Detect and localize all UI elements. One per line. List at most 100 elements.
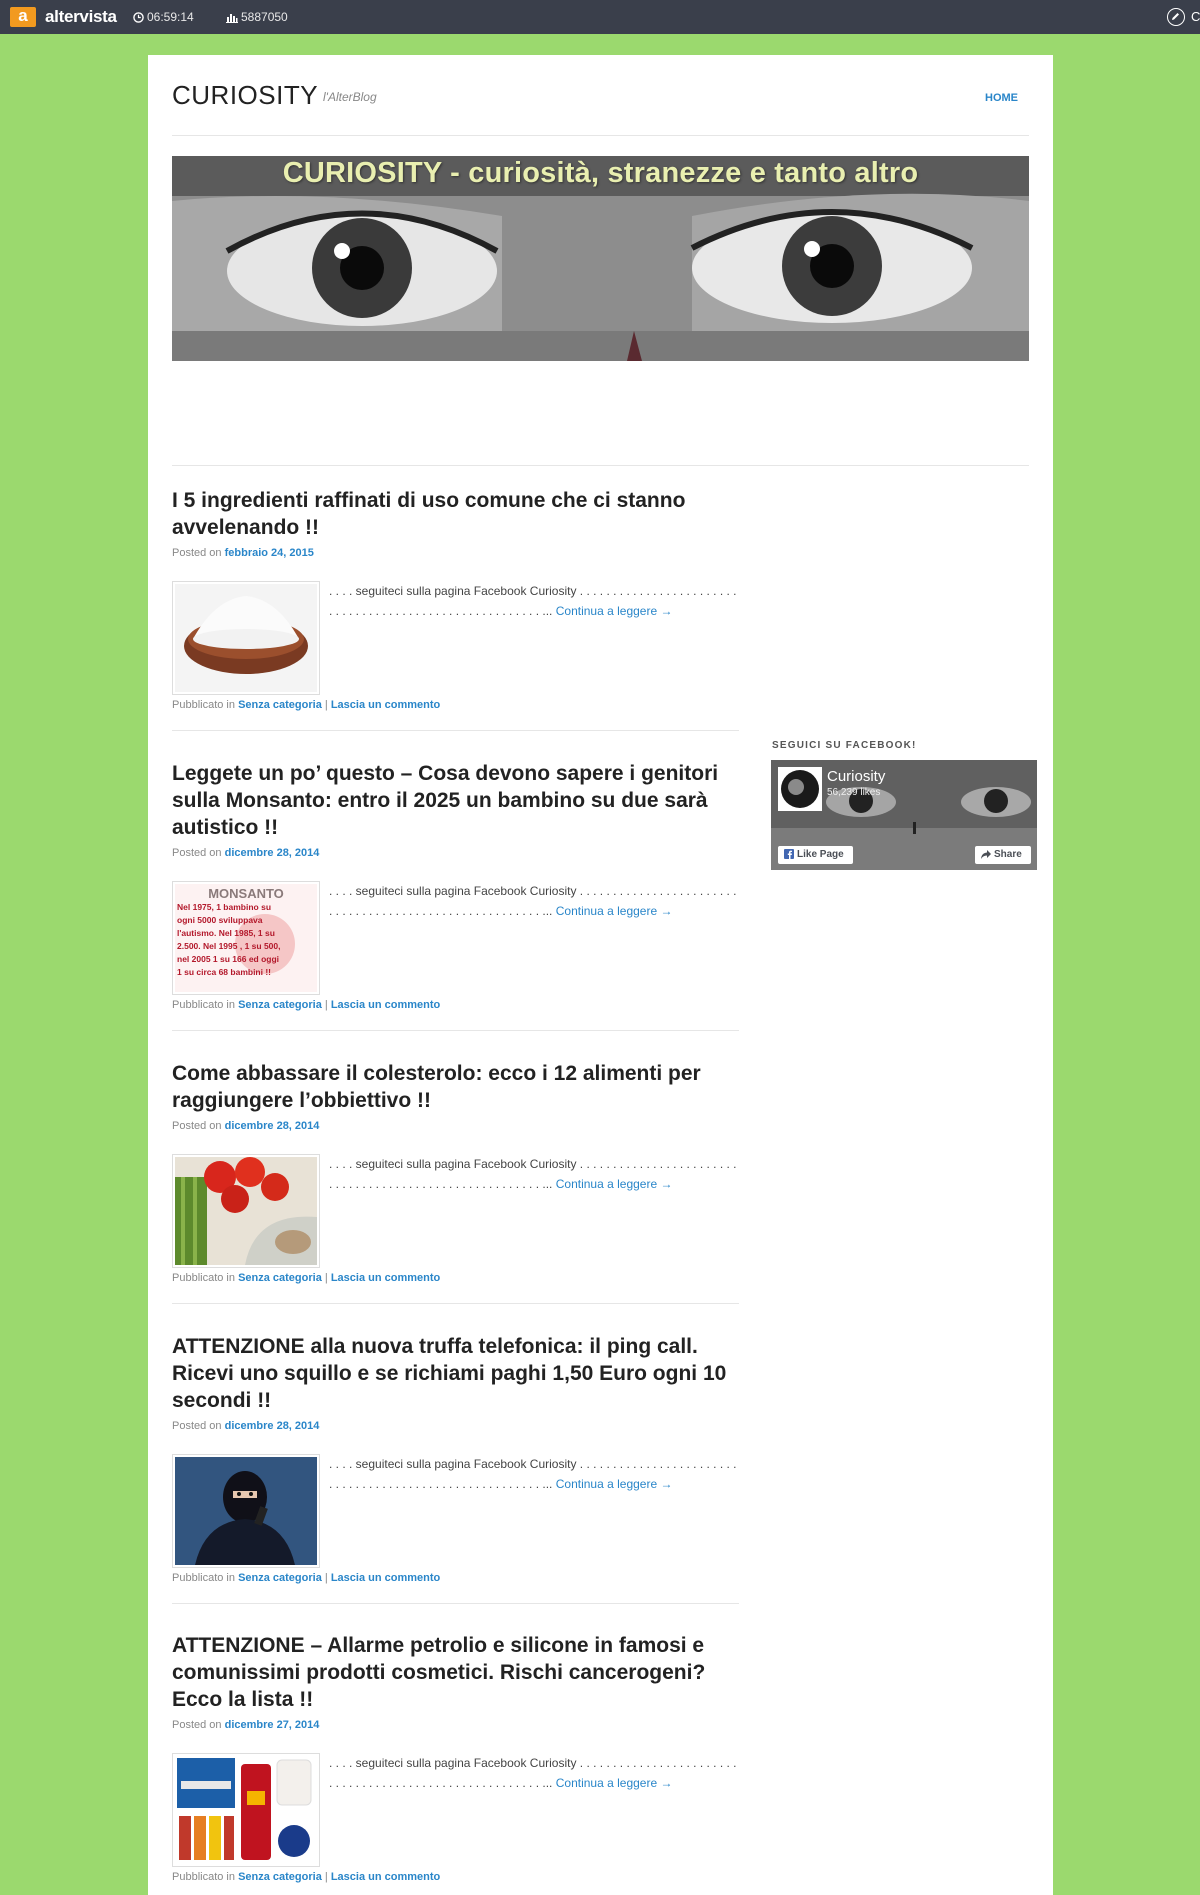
post-footer: Pubblicato in Senza categoria | Lascia u… [172,1572,739,1584]
caption-line: 2.500. Nel 1995 , 1 su 500, [177,941,281,951]
post-footer: Pubblicato in Senza categoria | Lascia u… [172,699,739,711]
facebook-share-button[interactable]: Share [975,846,1031,864]
category-link[interactable]: Senza categoria [238,1871,322,1883]
post-excerpt-row: . . . . seguiteci sulla pagina Facebook … [172,1753,739,1867]
altervista-logo-icon[interactable]: a [10,7,36,27]
masked-caller-image [175,1457,317,1565]
facebook-avatar[interactable] [778,767,822,811]
pubblicato-label: Pubblicato in [172,1572,235,1584]
monsanto-image-text: MONSANTO Nel 1975, 1 bambino su ogni 500… [175,884,317,992]
toolbar-overflow-text[interactable]: C [1191,9,1200,24]
post-title[interactable]: ATTENZIONE – Allarme petrolio e silicone… [172,1632,739,1713]
comment-link[interactable]: Lascia un commento [331,1572,440,1584]
pubblicato-label: Pubblicato in [172,1272,235,1284]
post-excerpt: . . . . seguiteci sulla pagina Facebook … [329,1454,739,1494]
footer-separator: | [324,1572,328,1584]
excerpt-text: . . . . seguiteci sulla pagina Facebook … [329,584,737,618]
post-footer: Pubblicato in Senza categoria | Lascia u… [172,999,739,1011]
pubblicato-label: Pubblicato in [172,999,235,1011]
post-excerpt-row: . . . . seguiteci sulla pagina Facebook … [172,1454,739,1568]
footer-separator: | [324,699,328,711]
post-divider [172,1303,739,1304]
caption-line: nel 2005 1 su 166 ed oggi [177,954,280,964]
post-thumbnail[interactable] [172,1154,320,1268]
banner-title: CURIOSITY - curiosità, stranezze e tanto… [282,157,919,189]
posted-on-label: Posted on [172,1719,222,1731]
post-title[interactable]: Leggete un po’ questo – Cosa devono sape… [172,760,739,841]
post-2: Leggete un po’ questo – Cosa devono sape… [172,760,739,1031]
comment-link[interactable]: Lascia un commento [331,1871,440,1883]
continue-reading-link[interactable]: Continua a leggere → [556,904,673,918]
caption-line: 1 su circa 68 bambini !! [177,967,272,977]
altervista-brand[interactable]: altervista [45,7,117,27]
caption-line: ogni 5000 sviluppava [177,915,263,925]
comment-link[interactable]: Lascia un commento [331,699,440,711]
post-thumbnail[interactable] [172,1454,320,1568]
post-meta: Posted on febbraio 24, 2015 [172,547,739,559]
post-footer: Pubblicato in Senza categoria | Lascia u… [172,1871,739,1883]
vegetables-fish-image [175,1157,317,1265]
nav-home-link[interactable]: HOME [985,92,1018,104]
excerpt-text: . . . . seguiteci sulla pagina Facebook … [329,1457,737,1491]
caption-line: Nel 1975, 1 bambino su [177,902,272,912]
post-meta: Posted on dicembre 28, 2014 [172,847,739,859]
post-date-link[interactable]: dicembre 28, 2014 [225,1120,320,1132]
altervista-toolbar: a altervista 06:59:14 5887050 C [0,0,1200,34]
banner-divider [172,465,1029,466]
category-link[interactable]: Senza categoria [238,1272,322,1284]
flour-bowl-image [175,584,317,692]
widget-title: SEGUICI SU FACEBOOK! [772,740,917,751]
site-description: l'AlterBlog [323,90,377,104]
bar-chart-icon [226,14,238,23]
continue-reading-link[interactable]: Continua a leggere → [556,1177,673,1191]
post-title[interactable]: Come abbassare il colesterolo: ecco i 12… [172,1060,739,1114]
category-link[interactable]: Senza categoria [238,1572,322,1584]
post-1: I 5 ingredienti raffinati di uso comune … [172,487,739,731]
post-meta: Posted on dicembre 27, 2014 [172,1719,739,1731]
comment-link[interactable]: Lascia un commento [331,1272,440,1284]
excerpt-text: . . . . seguiteci sulla pagina Facebook … [329,884,737,918]
post-title[interactable]: ATTENZIONE alla nuova truffa telefonica:… [172,1333,739,1414]
post-thumbnail[interactable]: MONSANTO Nel 1975, 1 bambino su ogni 500… [172,881,320,995]
post-title[interactable]: I 5 ingredienti raffinati di uso comune … [172,487,739,541]
post-thumbnail[interactable] [172,581,320,695]
facebook-share-label: Share [994,849,1022,860]
facebook-icon [784,849,794,859]
post-meta: Posted on dicembre 28, 2014 [172,1120,739,1132]
site-title[interactable]: CURIOSITY [172,80,318,111]
clock-icon [133,12,144,23]
footer-separator: | [324,1272,328,1284]
continue-reading-link[interactable]: Continua a leggere → [556,1477,673,1491]
visits-readout[interactable]: 5887050 [226,10,288,24]
category-link[interactable]: Senza categoria [238,699,322,711]
post-meta: Posted on dicembre 28, 2014 [172,1420,739,1432]
post-5: ATTENZIONE – Allarme petrolio e silicone… [172,1632,739,1883]
visits-value: 5887050 [241,10,288,24]
facebook-page-name[interactable]: Curiosity [827,768,885,785]
category-link[interactable]: Senza categoria [238,999,322,1011]
monsanto-caption: Nel 1975, 1 bambino su ogni 5000 svilupp… [175,901,317,979]
excerpt-text: . . . . seguiteci sulla pagina Facebook … [329,1157,737,1191]
continue-reading-link[interactable]: Continua a leggere → [556,1776,673,1790]
post-excerpt-row: . . . . seguiteci sulla pagina Facebook … [172,581,739,695]
post-excerpt-row: . . . . seguiteci sulla pagina Facebook … [172,1154,739,1268]
post-date-link[interactable]: febbraio 24, 2015 [225,547,314,559]
edit-icon[interactable] [1167,8,1185,26]
post-divider [172,730,739,731]
facebook-page-widget[interactable]: Curiosity 56,239 likes Like Page Share [771,760,1037,870]
posted-on-label: Posted on [172,547,222,559]
post-date-link[interactable]: dicembre 27, 2014 [225,1719,320,1731]
cosmetics-image [175,1756,317,1864]
clock-readout: 06:59:14 [133,10,194,24]
header-banner[interactable]: CURIOSITY - curiosità, stranezze e tanto… [172,156,1029,361]
comment-link[interactable]: Lascia un commento [331,999,440,1011]
excerpt-text: . . . . seguiteci sulla pagina Facebook … [329,1756,737,1790]
post-date-link[interactable]: dicembre 28, 2014 [225,1420,320,1432]
facebook-like-label: Like Page [797,849,844,860]
clock-value: 06:59:14 [147,10,194,24]
pubblicato-label: Pubblicato in [172,699,235,711]
continue-reading-link[interactable]: Continua a leggere → [556,604,673,618]
facebook-like-button[interactable]: Like Page [778,846,853,864]
post-date-link[interactable]: dicembre 28, 2014 [225,847,320,859]
post-thumbnail[interactable] [172,1753,320,1867]
